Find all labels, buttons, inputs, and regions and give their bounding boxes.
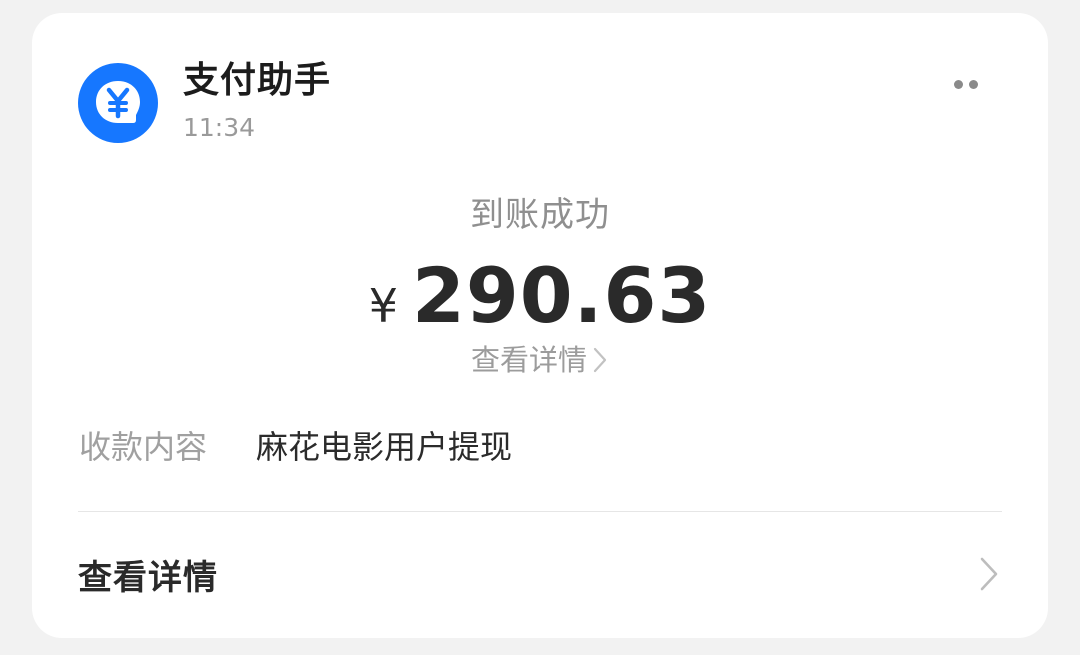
chevron-right-icon <box>980 557 998 591</box>
view-details-row-label: 查看详情 <box>78 557 218 598</box>
content-value: 麻花电影用户提现 <box>256 428 513 466</box>
payment-amount: 290.63 <box>412 251 712 340</box>
divider <box>78 511 1002 512</box>
yuan-chat-icon <box>78 63 158 143</box>
currency-symbol: ¥ <box>368 279 398 333</box>
chevron-right-icon <box>593 347 607 373</box>
app-name: 支付助手 <box>183 60 332 101</box>
more-options-button[interactable] <box>944 69 988 99</box>
notification-time: 11:34 <box>183 113 256 142</box>
notification-card[interactable]: 支付助手 11:34 到账成功 ¥ 290.63 查看详情 收款内容 麻花电影用… <box>32 13 1048 638</box>
amount-display: ¥ 290.63 <box>32 251 1048 340</box>
more-dot-icon <box>969 79 978 89</box>
content-label: 收款内容 <box>79 428 208 466</box>
view-details-row[interactable]: 查看详情 <box>78 533 1002 615</box>
view-details-link-label: 查看详情 <box>470 343 587 377</box>
view-details-link[interactable]: 查看详情 <box>32 341 1048 379</box>
payment-status: 到账成功 <box>470 195 610 235</box>
more-dot-icon <box>954 79 963 89</box>
